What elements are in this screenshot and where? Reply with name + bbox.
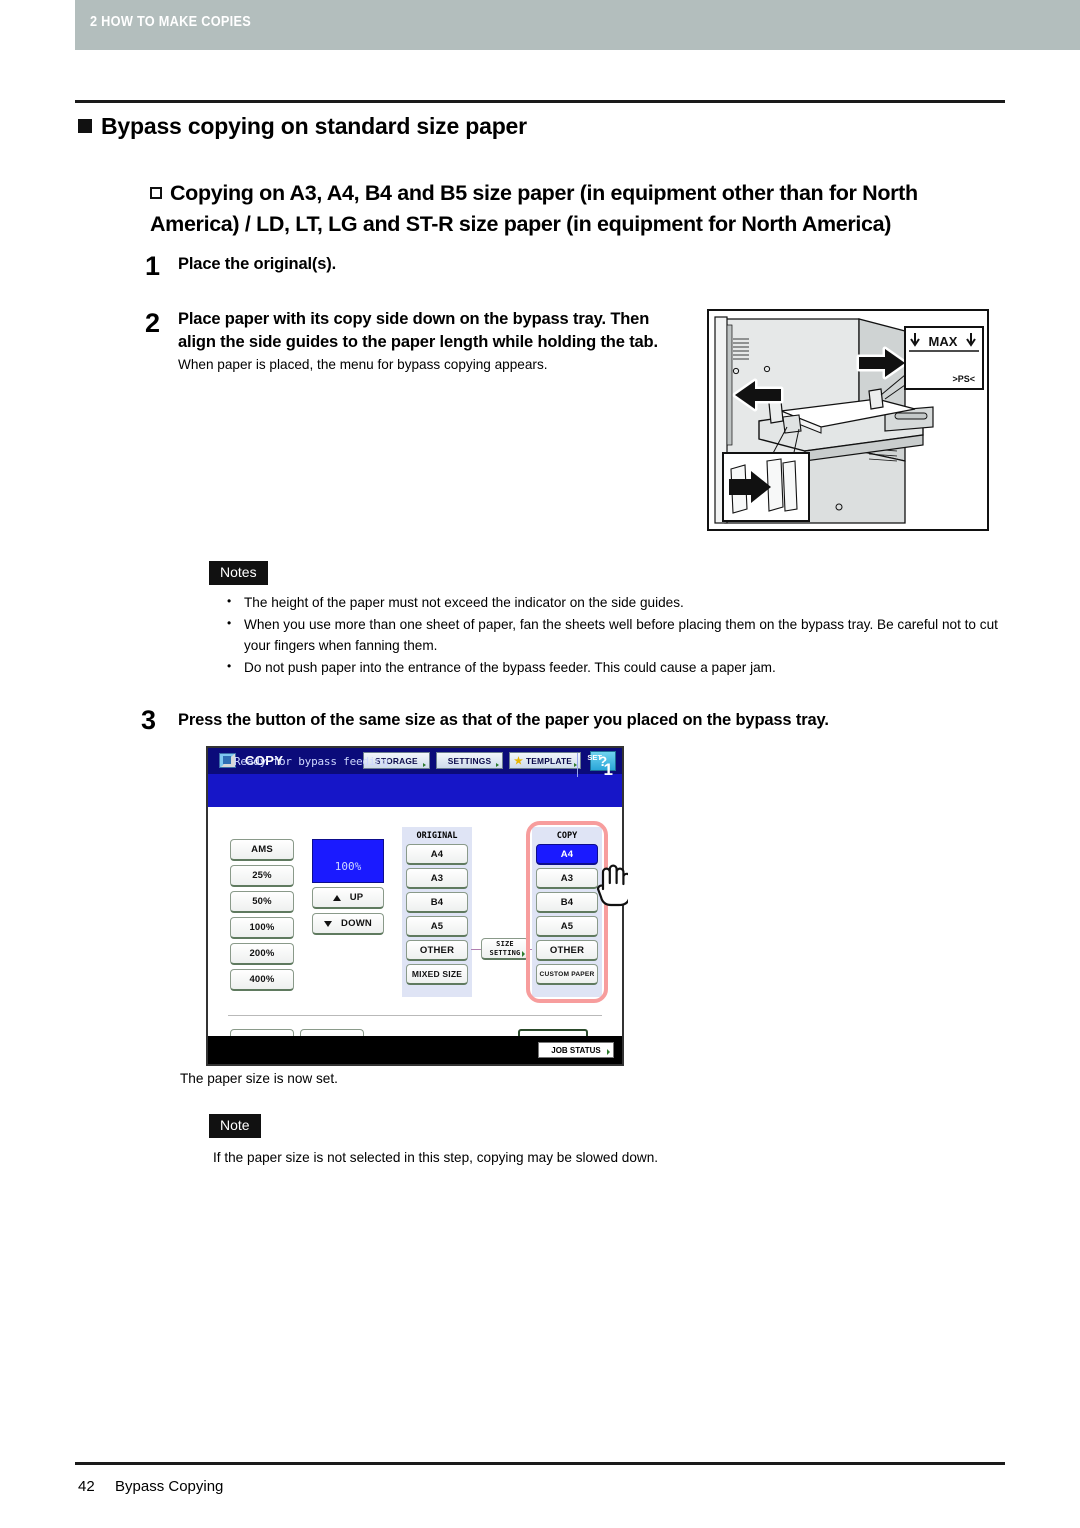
zoom-up-button[interactable]: UP <box>312 887 384 909</box>
step-number-1: 1 <box>145 251 161 281</box>
size-setting-button[interactable]: SIZE SETTING <box>481 938 529 960</box>
section-heading: Bypass copying on standard size paper <box>78 113 527 140</box>
lcd-status-bar <box>208 774 622 807</box>
set-count-label: SET <box>587 753 602 762</box>
original-size-a5[interactable]: A5 <box>406 916 468 937</box>
zoom-down-button[interactable]: DOWN <box>312 913 384 935</box>
note-item: When you use more than one sheet of pape… <box>213 614 1013 656</box>
zoom-ratio-display: 100% <box>312 839 384 883</box>
copy-group-highlight-ring <box>526 821 608 1003</box>
section-heading-text: Bypass copying on standard size paper <box>101 113 527 139</box>
settings-button[interactable]: SETTINGS <box>436 752 503 769</box>
original-size-other[interactable]: OTHER <box>406 940 468 961</box>
zoom-up-label: UP <box>349 892 364 903</box>
max-label: MAX <box>929 334 958 349</box>
status-message: Ready for bypass feeding <box>234 755 389 768</box>
running-header-text: 2 HOW TO MAKE COPIES <box>90 14 252 30</box>
note-item: The height of the paper must not exceed … <box>213 592 1013 613</box>
zoom-preset-100[interactable]: 100% <box>230 917 294 939</box>
original-group-label: ORIGINAL <box>416 831 458 841</box>
note-body: If the paper size is not selected in thi… <box>213 1150 659 1165</box>
footer-section-name: Bypass Copying <box>115 1478 224 1495</box>
hand-cursor-icon <box>596 864 628 907</box>
size-setting-line2: SETTING <box>489 948 521 957</box>
template-button-label: TEMPLATE <box>525 755 573 766</box>
printer-diagram-svg: MAX >PS< <box>714 316 984 524</box>
original-size-b4[interactable]: B4 <box>406 892 468 913</box>
original-size-a4[interactable]: A4 <box>406 844 468 865</box>
status-divider <box>577 753 578 777</box>
open-square-icon <box>150 187 162 199</box>
original-size-group: ORIGINAL A4 A3 B4 A5 OTHER MIXED SIZE <box>402 827 472 997</box>
zoom-down-label: DOWN <box>341 918 372 929</box>
subsection-heading: Copying on A3, A4, B4 and B5 size paper … <box>150 178 1010 239</box>
original-size-mixed[interactable]: MIXED SIZE <box>406 964 468 985</box>
step-number-2: 2 <box>145 308 161 338</box>
chevron-right-icon <box>522 950 525 957</box>
step-text-3: Press the button of the same size as tha… <box>178 711 829 729</box>
original-size-a3[interactable]: A3 <box>406 868 468 889</box>
chevron-right-icon <box>423 763 426 767</box>
lcd-bottom-bar: JOB STATUS <box>208 1036 622 1064</box>
step-text-2-main: Place paper with its copy side down on t… <box>178 310 658 352</box>
footer-rule <box>75 1462 1005 1465</box>
zoom-preset-50[interactable]: 50% <box>230 891 294 913</box>
step-text-2-sub: When paper is placed, the menu for bypas… <box>178 356 548 372</box>
zoom-preset-25[interactable]: 25% <box>230 865 294 887</box>
star-icon: ★ <box>514 756 524 767</box>
notes-list: The height of the paper must not exceed … <box>213 592 1013 679</box>
zoom-preset-200[interactable]: 200% <box>230 943 294 965</box>
lcd-caption: The paper size is now set. <box>180 1071 338 1086</box>
control-panel-screenshot: COPY STORAGE SETTINGS ★ TEMPLATE ? Ready… <box>206 746 628 1066</box>
note-tag: Note <box>209 1114 261 1138</box>
header-rule <box>75 100 1005 103</box>
chevron-right-icon <box>607 1049 610 1055</box>
size-setting-line1: SIZE <box>496 940 514 949</box>
note-item: Do not push paper into the entrance of t… <box>213 657 1013 678</box>
step-text-1: Place the original(s). <box>178 255 337 273</box>
job-status-label: JOB STATUS <box>551 1045 601 1055</box>
zoom-preset-ams[interactable]: AMS <box>230 839 294 861</box>
step-number-3: 3 <box>141 705 157 735</box>
lcd-main-area: AMS 25% 50% 100% 200% 400% 100% UP DOWN … <box>208 807 628 1053</box>
filled-square-icon <box>78 119 92 133</box>
triangle-down-icon <box>324 920 333 927</box>
ps-label: >PS< <box>952 374 975 384</box>
job-status-button[interactable]: JOB STATUS <box>538 1042 614 1058</box>
set-count-value: 1 <box>603 760 613 779</box>
settings-button-label: SETTINGS <box>447 755 492 766</box>
lcd-divider <box>228 1015 602 1016</box>
template-button[interactable]: ★ TEMPLATE <box>509 752 581 769</box>
page-number: 42 <box>78 1478 95 1495</box>
notes-tag: Notes <box>209 561 268 585</box>
step-text-2: Place paper with its copy side down on t… <box>178 308 678 375</box>
bypass-tray-illustration: MAX >PS< <box>707 309 989 531</box>
chevron-right-icon <box>496 763 499 767</box>
triangle-up-icon <box>332 894 341 901</box>
zoom-preset-400[interactable]: 400% <box>230 969 294 991</box>
subsection-heading-text: Copying on A3, A4, B4 and B5 size paper … <box>150 181 918 236</box>
